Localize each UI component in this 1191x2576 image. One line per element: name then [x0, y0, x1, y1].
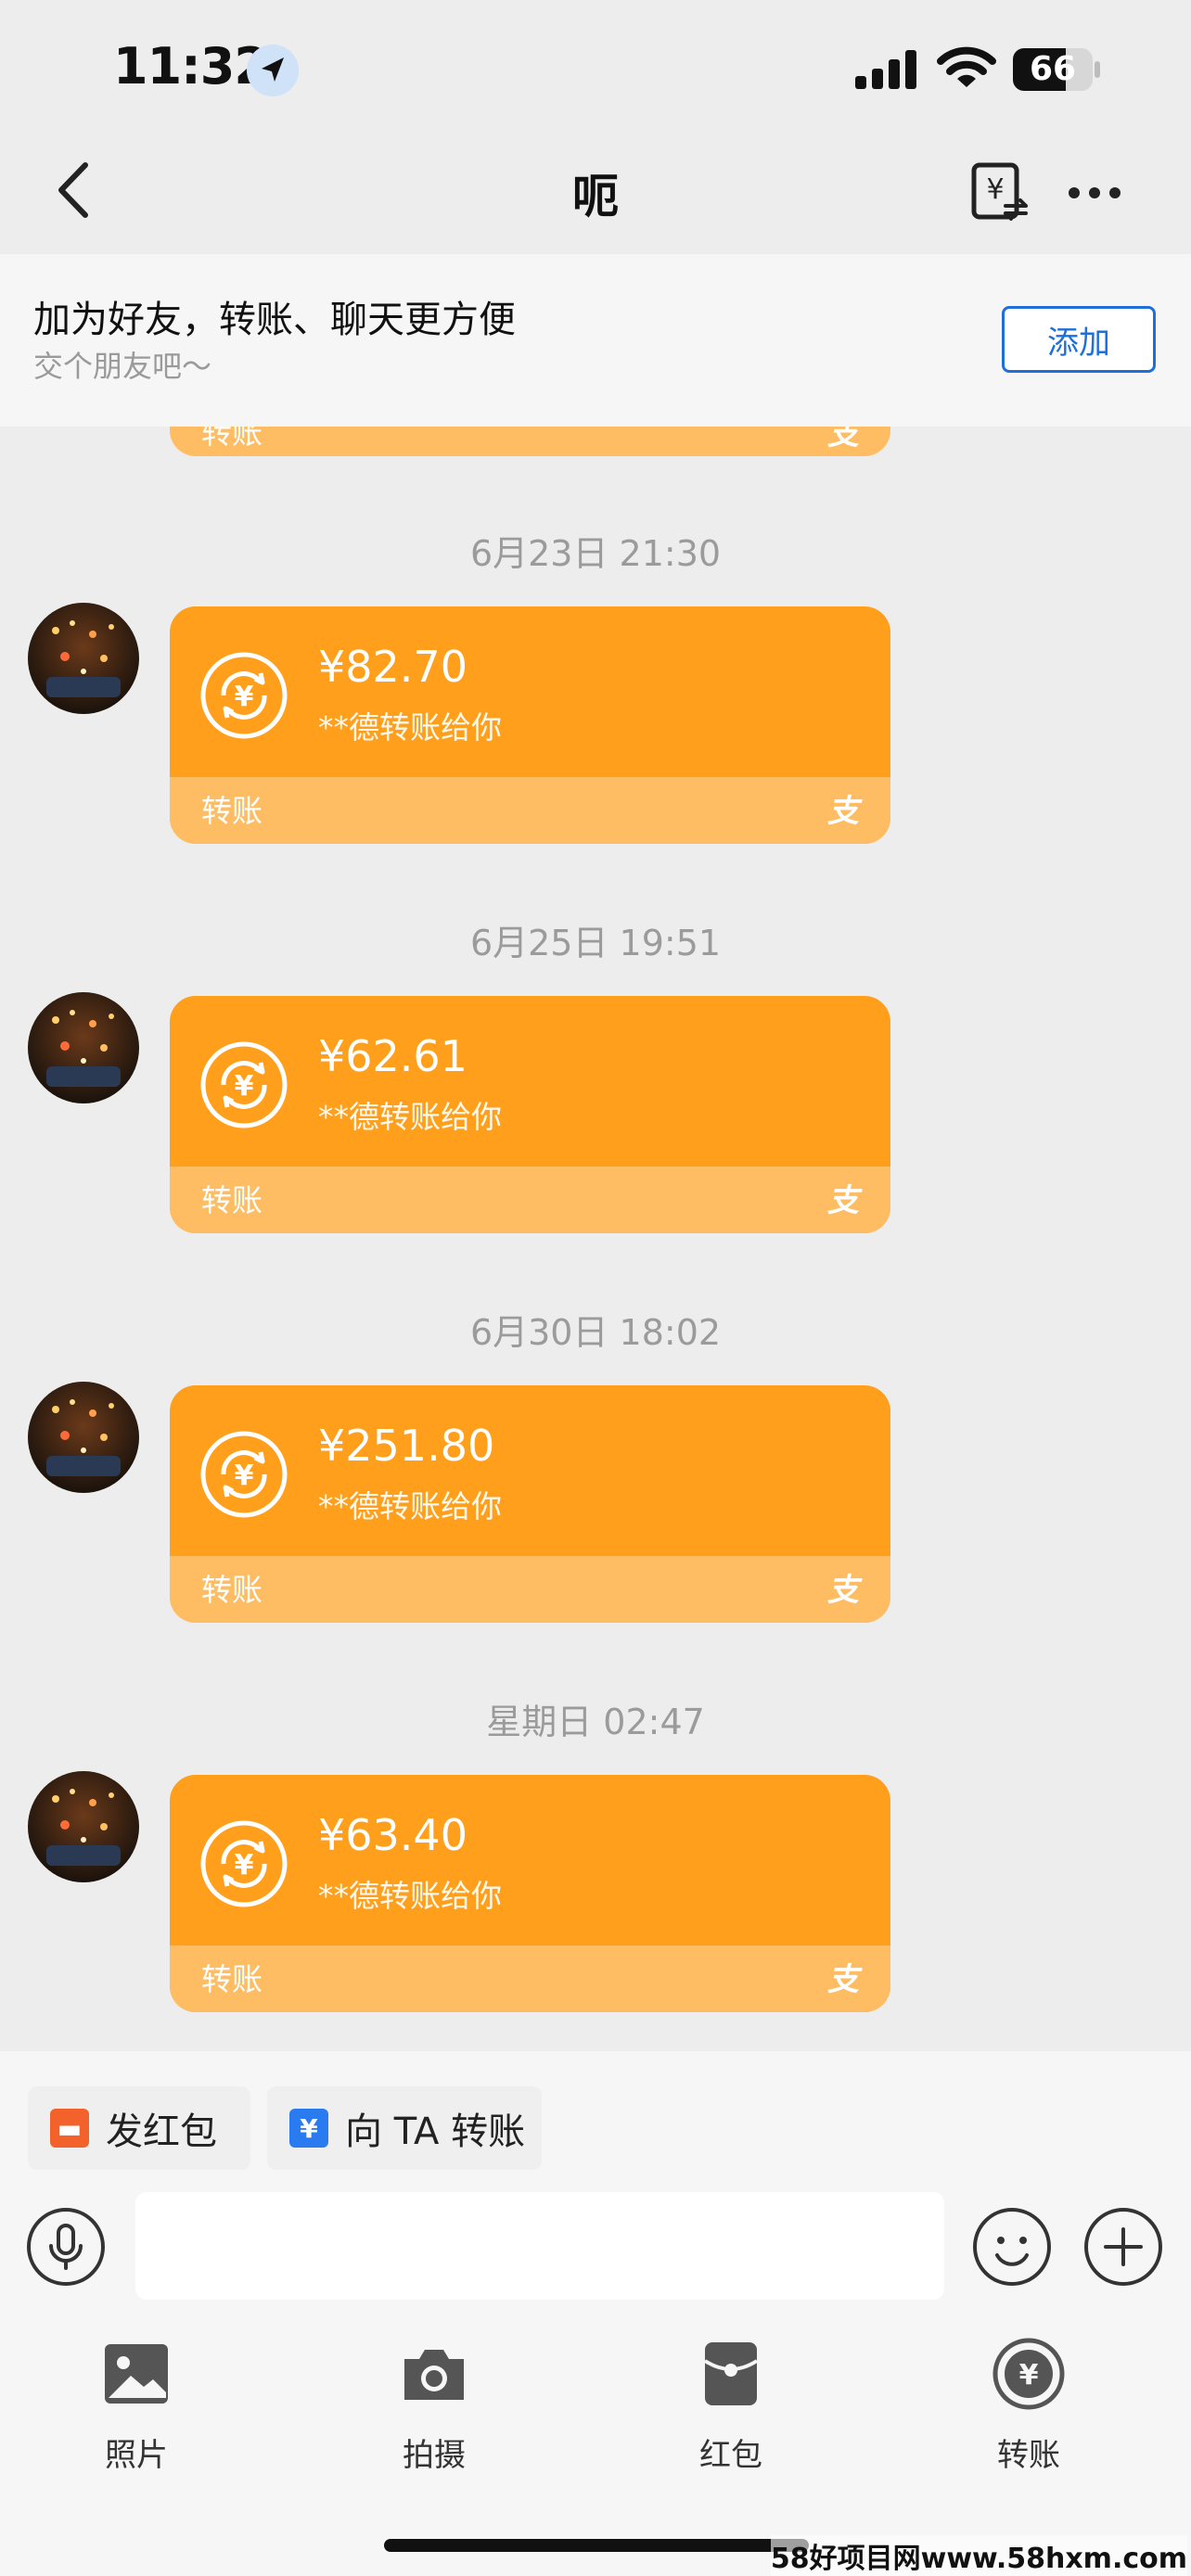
message-timestamp: 6月23日 21:30	[469, 533, 722, 574]
banner-subtitle: 交个朋友吧～	[33, 349, 212, 384]
emoji-button[interactable]	[972, 2207, 1052, 2287]
message-timestamp: 6月25日 19:51	[469, 923, 722, 963]
add-friend-button[interactable]: 添加	[1002, 306, 1156, 373]
transfer-icon: ¥	[199, 1819, 288, 1908]
watermark: 58好项目网www.58hxm.com	[770, 2535, 1187, 2576]
transfer-amount: ¥63.40	[318, 1810, 467, 1860]
card-label: 转账	[201, 1572, 263, 1608]
avatar[interactable]	[28, 603, 139, 714]
transfer-icon: ¥	[199, 1040, 288, 1129]
home-indicator[interactable]	[384, 2539, 809, 2552]
transfer-card[interactable]: ¥ ¥63.40 **德转账给你 转账 支	[170, 1775, 890, 2012]
transfer-description: **德转账给你	[318, 1099, 502, 1135]
banner-title: 加为好友，转账、聊天更方便	[33, 299, 516, 341]
transfer-icon[interactable]: ¥	[992, 2337, 1066, 2411]
transfer-description: **德转账给你	[318, 1878, 502, 1914]
transfer-amount: ¥251.80	[318, 1421, 495, 1471]
send-red-packet-label: 发红包	[106, 2111, 217, 2153]
transfer-card[interactable]: ¥ ¥62.61 **德转账给你 转账 支	[170, 996, 890, 1233]
alipay-icon: 支	[827, 1572, 859, 1609]
svg-text:¥: ¥	[986, 173, 1004, 206]
message-input[interactable]	[135, 2192, 944, 2300]
card-label: 转账	[201, 793, 263, 829]
photo-icon[interactable]	[99, 2337, 173, 2411]
plus-button[interactable]	[1083, 2207, 1163, 2287]
avatar[interactable]	[28, 1771, 139, 1882]
red-packet-icon[interactable]	[694, 2337, 768, 2411]
transfer-description: **德转账给你	[318, 1488, 502, 1524]
alipay-icon: 支	[827, 1961, 859, 1998]
wifi-icon	[937, 45, 996, 95]
card-footer: 转账 支	[170, 1167, 890, 1233]
battery-indicator: 66	[1013, 48, 1093, 91]
transfer-card-icon: ¥	[289, 2109, 328, 2148]
svg-text:¥: ¥	[235, 1070, 254, 1103]
red-packet-icon: ▬	[50, 2109, 89, 2148]
card-footer: 转账 支	[170, 1556, 890, 1623]
transfer-to-ta-label: 向 TA 转账	[345, 2111, 526, 2153]
voice-button[interactable]	[26, 2207, 106, 2287]
battery-percent: 66	[1029, 50, 1077, 88]
bill-transfer-icon[interactable]: ¥	[970, 161, 1031, 223]
alipay-icon: 支	[827, 793, 859, 830]
transfer-label[interactable]: 转账	[936, 2429, 1121, 2475]
avatar[interactable]	[28, 1382, 139, 1493]
transfer-amount: ¥62.61	[318, 1031, 467, 1081]
message-timestamp: 6月30日 18:02	[469, 1312, 722, 1353]
avatar[interactable]	[28, 992, 139, 1103]
battery-cap	[1095, 61, 1100, 78]
transfer-icon: ¥	[199, 1430, 288, 1519]
card-footer: 转账 支	[170, 1945, 890, 2012]
cellular-signal-icon	[855, 48, 920, 93]
svg-text:¥: ¥	[235, 681, 254, 713]
card-label: 转账	[201, 1182, 263, 1218]
transfer-card[interactable]: ¥ ¥82.70 **德转账给你 转账 支	[170, 606, 890, 844]
send-red-packet-chip[interactable]: ▬ 发红包	[28, 2086, 250, 2170]
status-time: 11:32	[113, 37, 269, 96]
photo-label[interactable]: 照片	[44, 2429, 229, 2475]
location-icon	[247, 45, 299, 96]
transfer-to-ta-chip[interactable]: ¥ 向 TA 转账	[267, 2086, 542, 2170]
svg-text:¥: ¥	[235, 1460, 254, 1492]
alipay-icon: 支	[827, 1182, 859, 1219]
transfer-amount: ¥82.70	[318, 642, 467, 692]
transfer-description: **德转账给你	[318, 709, 502, 746]
more-options-icon[interactable]	[1067, 182, 1122, 204]
camera-icon[interactable]	[397, 2337, 471, 2411]
red-packet-label[interactable]: 红包	[638, 2429, 824, 2475]
transfer-icon: ¥	[199, 651, 288, 740]
svg-text:¥: ¥	[1019, 2359, 1039, 2391]
message-timestamp: 星期日 02:47	[486, 1702, 705, 1742]
card-label: 转账	[201, 1961, 263, 1997]
svg-text:¥: ¥	[235, 1849, 254, 1881]
transfer-card[interactable]: ¥ ¥251.80 **德转账给你 转账 支	[170, 1385, 890, 1623]
camera-label[interactable]: 拍摄	[341, 2429, 527, 2475]
card-footer: 转账 支	[170, 777, 890, 844]
